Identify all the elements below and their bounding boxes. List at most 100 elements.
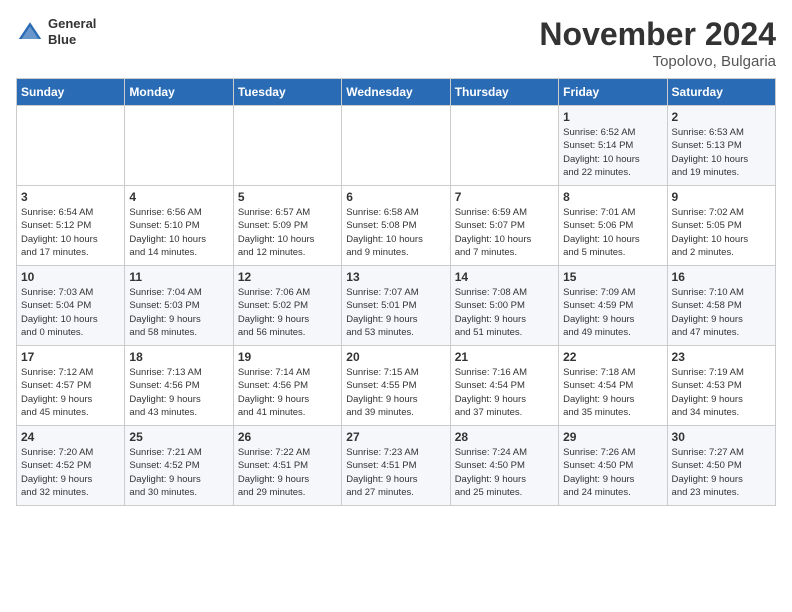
day-info: Sunrise: 6:52 AM Sunset: 5:14 PM Dayligh… (563, 126, 662, 179)
day-number: 4 (129, 190, 228, 204)
calendar-cell: 1Sunrise: 6:52 AM Sunset: 5:14 PM Daylig… (559, 106, 667, 186)
day-info: Sunrise: 6:56 AM Sunset: 5:10 PM Dayligh… (129, 206, 228, 259)
day-info: Sunrise: 7:09 AM Sunset: 4:59 PM Dayligh… (563, 286, 662, 339)
weekday-header: Wednesday (342, 79, 450, 106)
calendar-cell: 17 Sunrise: 7:12 AM Sunset: 4:57 PM Dayli… (17, 346, 125, 426)
day-number: 16 (672, 270, 771, 284)
day-info: Sunrise: 7:27 AM Sunset: 4:50 PM Dayligh… (672, 446, 771, 499)
day-number: 22 (563, 350, 662, 364)
calendar-cell: 11 Sunrise: 7:04 AM Sunset: 5:03 PM Dayli… (125, 266, 233, 346)
calendar-cell: 30 Sunrise: 7:27 AM Sunset: 4:50 PM Dayli… (667, 426, 775, 506)
day-number: 18 (129, 350, 228, 364)
calendar-cell: 14Sunrise: 7:08 AM Sunset: 5:00 PM Dayli… (450, 266, 558, 346)
month-title: November 2024 (539, 16, 776, 53)
day-info: Sunrise: 7:10 AM Sunset: 4:58 PM Dayligh… (672, 286, 771, 339)
day-number: 11 (129, 270, 228, 284)
calendar-cell (233, 106, 341, 186)
day-number: 30 (672, 430, 771, 444)
day-info: Sunrise: 6:57 AM Sunset: 5:09 PM Dayligh… (238, 206, 337, 259)
day-info: Sunrise: 7:14 AM Sunset: 4:56 PM Dayligh… (238, 366, 337, 419)
calendar-cell: 8 Sunrise: 7:01 AM Sunset: 5:06 PM Daylig… (559, 186, 667, 266)
day-info: Sunrise: 7:12 AM Sunset: 4:57 PM Dayligh… (21, 366, 120, 419)
logo-text: General Blue (48, 16, 96, 47)
weekday-header: Saturday (667, 79, 775, 106)
day-number: 29 (563, 430, 662, 444)
day-number: 6 (346, 190, 445, 204)
day-info: Sunrise: 7:19 AM Sunset: 4:53 PM Dayligh… (672, 366, 771, 419)
weekday-header: Friday (559, 79, 667, 106)
calendar-cell: 27 Sunrise: 7:23 AM Sunset: 4:51 PM Dayli… (342, 426, 450, 506)
calendar-week-row: 24 Sunrise: 7:20 AM Sunset: 4:52 PM Dayli… (17, 426, 776, 506)
calendar-cell: 22Sunrise: 7:18 AM Sunset: 4:54 PM Dayli… (559, 346, 667, 426)
calendar-cell: 5 Sunrise: 6:57 AM Sunset: 5:09 PM Daylig… (233, 186, 341, 266)
day-number: 7 (455, 190, 554, 204)
calendar-cell (450, 106, 558, 186)
calendar-cell: 24 Sunrise: 7:20 AM Sunset: 4:52 PM Dayli… (17, 426, 125, 506)
calendar-cell (125, 106, 233, 186)
calendar-cell: 3 Sunrise: 6:54 AM Sunset: 5:12 PM Daylig… (17, 186, 125, 266)
day-number: 8 (563, 190, 662, 204)
calendar-cell: 20 Sunrise: 7:15 AM Sunset: 4:55 PM Dayli… (342, 346, 450, 426)
day-info: Sunrise: 6:54 AM Sunset: 5:12 PM Dayligh… (21, 206, 120, 259)
calendar-cell: 15 Sunrise: 7:09 AM Sunset: 4:59 PM Dayli… (559, 266, 667, 346)
day-info: Sunrise: 6:53 AM Sunset: 5:13 PM Dayligh… (672, 126, 771, 179)
day-number: 13 (346, 270, 445, 284)
calendar-cell: 9Sunrise: 7:02 AM Sunset: 5:05 PM Daylig… (667, 186, 775, 266)
day-info: Sunrise: 7:07 AM Sunset: 5:01 PM Dayligh… (346, 286, 445, 339)
day-info: Sunrise: 7:22 AM Sunset: 4:51 PM Dayligh… (238, 446, 337, 499)
calendar-cell: 6 Sunrise: 6:58 AM Sunset: 5:08 PM Daylig… (342, 186, 450, 266)
day-info: Sunrise: 7:24 AM Sunset: 4:50 PM Dayligh… (455, 446, 554, 499)
day-number: 14 (455, 270, 554, 284)
day-info: Sunrise: 6:59 AM Sunset: 5:07 PM Dayligh… (455, 206, 554, 259)
calendar-week-row: 17 Sunrise: 7:12 AM Sunset: 4:57 PM Dayli… (17, 346, 776, 426)
calendar-cell: 18 Sunrise: 7:13 AM Sunset: 4:56 PM Dayli… (125, 346, 233, 426)
day-info: Sunrise: 7:06 AM Sunset: 5:02 PM Dayligh… (238, 286, 337, 339)
day-number: 5 (238, 190, 337, 204)
logo: General Blue (16, 16, 96, 47)
calendar-cell: 16 Sunrise: 7:10 AM Sunset: 4:58 PM Dayli… (667, 266, 775, 346)
day-number: 20 (346, 350, 445, 364)
calendar-cell: 13 Sunrise: 7:07 AM Sunset: 5:01 PM Dayli… (342, 266, 450, 346)
day-number: 2 (672, 110, 771, 124)
day-info: Sunrise: 7:04 AM Sunset: 5:03 PM Dayligh… (129, 286, 228, 339)
day-number: 19 (238, 350, 337, 364)
calendar-week-row: 1Sunrise: 6:52 AM Sunset: 5:14 PM Daylig… (17, 106, 776, 186)
title-block: November 2024 Topolovo, Bulgaria (539, 16, 776, 70)
day-info: Sunrise: 7:13 AM Sunset: 4:56 PM Dayligh… (129, 366, 228, 419)
calendar-cell: 10Sunrise: 7:03 AM Sunset: 5:04 PM Dayli… (17, 266, 125, 346)
day-number: 3 (21, 190, 120, 204)
day-info: Sunrise: 7:20 AM Sunset: 4:52 PM Dayligh… (21, 446, 120, 499)
calendar-cell: 25Sunrise: 7:21 AM Sunset: 4:52 PM Dayli… (125, 426, 233, 506)
day-info: Sunrise: 7:03 AM Sunset: 5:04 PM Dayligh… (21, 286, 120, 339)
day-info: Sunrise: 7:01 AM Sunset: 5:06 PM Dayligh… (563, 206, 662, 259)
calendar-cell: 19 Sunrise: 7:14 AM Sunset: 4:56 PM Dayli… (233, 346, 341, 426)
weekday-header: Monday (125, 79, 233, 106)
calendar-cell: 26 Sunrise: 7:22 AM Sunset: 4:51 PM Dayli… (233, 426, 341, 506)
day-number: 21 (455, 350, 554, 364)
day-number: 27 (346, 430, 445, 444)
calendar-cell: 29Sunrise: 7:26 AM Sunset: 4:50 PM Dayli… (559, 426, 667, 506)
weekday-header: Thursday (450, 79, 558, 106)
day-number: 26 (238, 430, 337, 444)
calendar-week-row: 3 Sunrise: 6:54 AM Sunset: 5:12 PM Daylig… (17, 186, 776, 266)
day-number: 24 (21, 430, 120, 444)
page-header: General Blue November 2024 Topolovo, Bul… (16, 16, 776, 70)
day-info: Sunrise: 7:23 AM Sunset: 4:51 PM Dayligh… (346, 446, 445, 499)
calendar-cell: 7 Sunrise: 6:59 AM Sunset: 5:07 PM Daylig… (450, 186, 558, 266)
calendar-cell: 4 Sunrise: 6:56 AM Sunset: 5:10 PM Daylig… (125, 186, 233, 266)
day-info: Sunrise: 7:02 AM Sunset: 5:05 PM Dayligh… (672, 206, 771, 259)
day-number: 17 (21, 350, 120, 364)
logo-line1: General (48, 16, 96, 32)
day-info: Sunrise: 6:58 AM Sunset: 5:08 PM Dayligh… (346, 206, 445, 259)
calendar-cell (17, 106, 125, 186)
weekday-header: Sunday (17, 79, 125, 106)
day-info: Sunrise: 7:21 AM Sunset: 4:52 PM Dayligh… (129, 446, 228, 499)
day-info: Sunrise: 7:15 AM Sunset: 4:55 PM Dayligh… (346, 366, 445, 419)
calendar-week-row: 10Sunrise: 7:03 AM Sunset: 5:04 PM Dayli… (17, 266, 776, 346)
logo-line2: Blue (48, 32, 96, 48)
calendar-cell: 28Sunrise: 7:24 AM Sunset: 4:50 PM Dayli… (450, 426, 558, 506)
weekday-header: Tuesday (233, 79, 341, 106)
calendar-body: 1Sunrise: 6:52 AM Sunset: 5:14 PM Daylig… (17, 106, 776, 506)
day-info: Sunrise: 7:16 AM Sunset: 4:54 PM Dayligh… (455, 366, 554, 419)
day-number: 15 (563, 270, 662, 284)
